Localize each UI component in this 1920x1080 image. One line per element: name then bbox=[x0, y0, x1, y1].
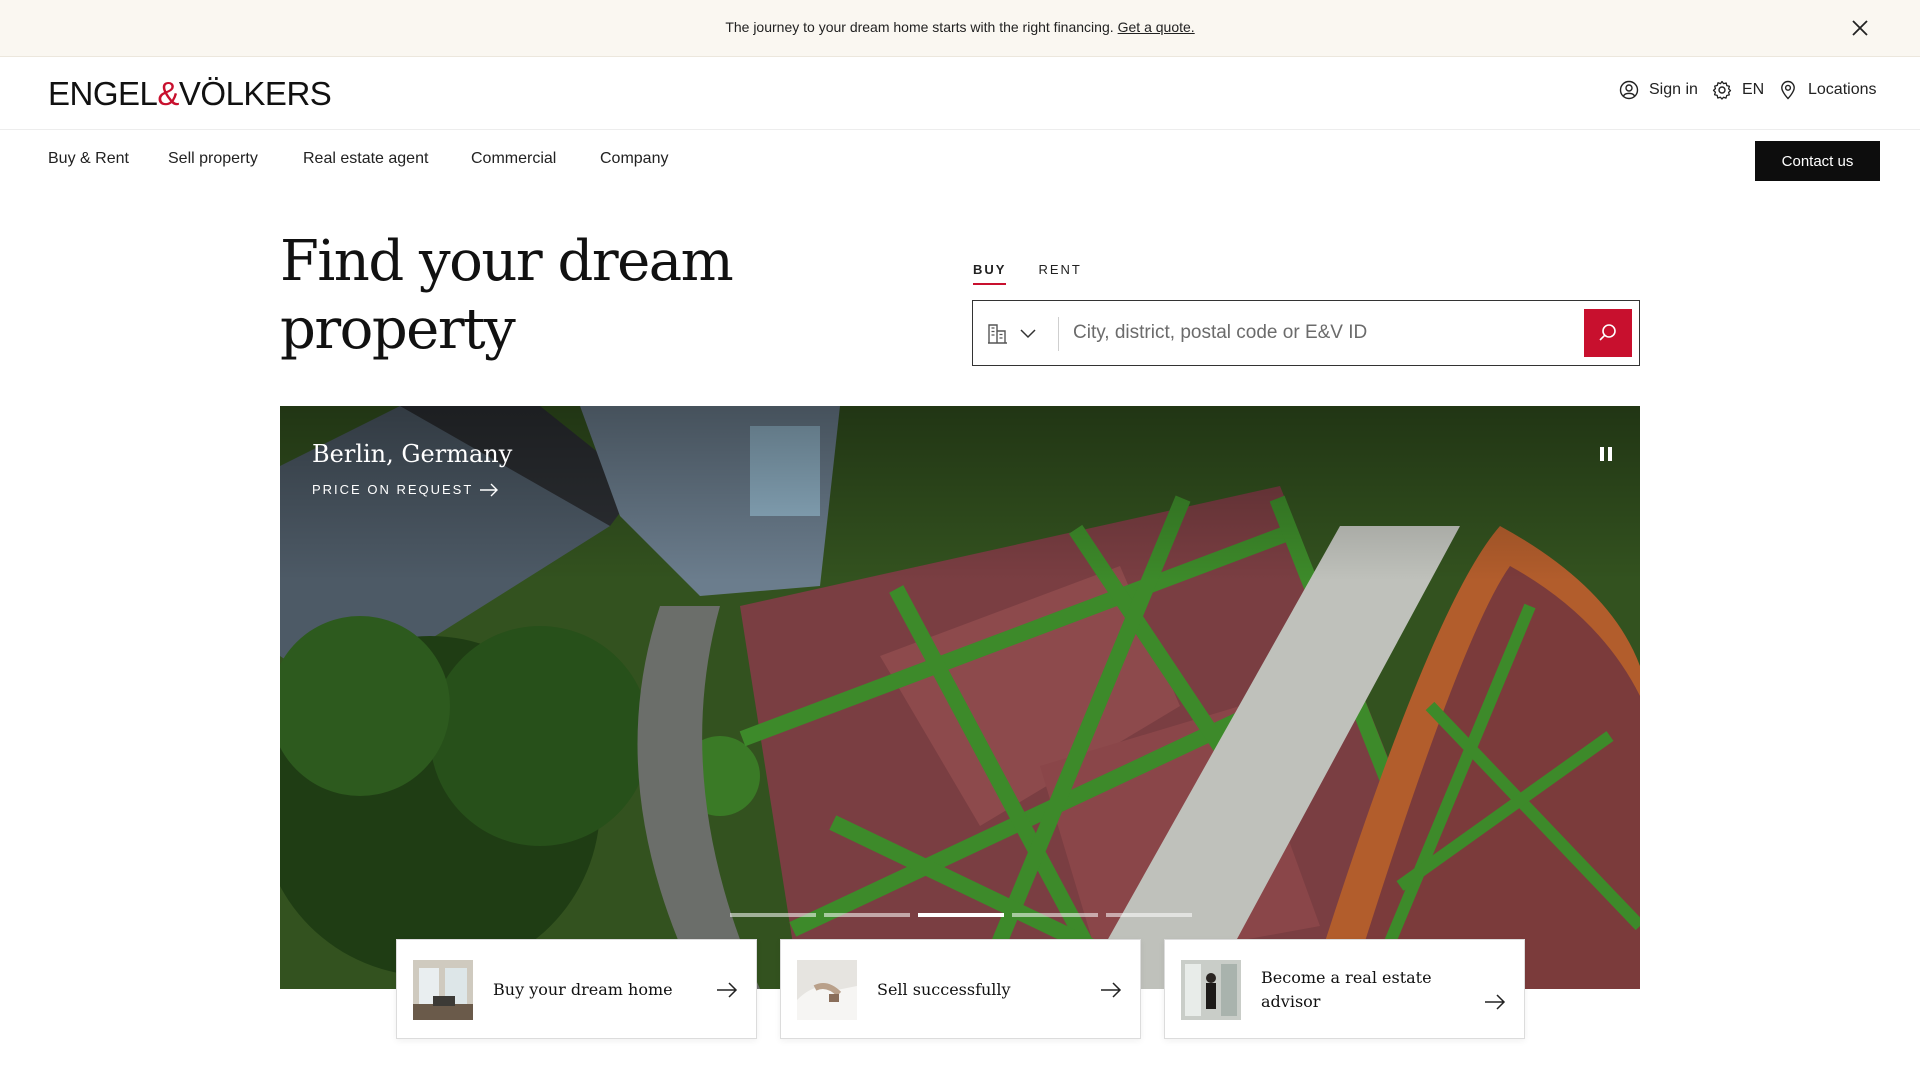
sign-in-button[interactable]: Sign in bbox=[1619, 80, 1698, 100]
card-label: Buy your dream home bbox=[493, 980, 673, 999]
search-button[interactable] bbox=[1584, 309, 1632, 357]
main-nav: Buy & Rent Sell property Real estate age… bbox=[0, 130, 1920, 190]
logo-text-left: ENGEL bbox=[48, 75, 158, 112]
carousel-dot[interactable] bbox=[730, 913, 816, 917]
site-header: ENGEL&VÖLKERS Sign in EN Locations bbox=[0, 57, 1920, 130]
locations-button[interactable]: Locations bbox=[1778, 80, 1877, 100]
hero-image: Berlin, Germany PRICE ON REQUEST bbox=[280, 406, 1640, 989]
nav-item-sell-property[interactable]: Sell property bbox=[168, 150, 258, 168]
handshake-thumbnail bbox=[797, 960, 857, 1020]
logo[interactable]: ENGEL&VÖLKERS bbox=[48, 75, 332, 113]
card-label: Sell successfully bbox=[877, 980, 1011, 999]
price-label: PRICE ON REQUEST bbox=[312, 482, 474, 497]
arrow-right-icon bbox=[1485, 994, 1506, 1010]
carousel-dot[interactable] bbox=[1106, 913, 1192, 917]
location-pin-icon bbox=[1781, 80, 1795, 100]
interior-thumbnail bbox=[413, 960, 473, 1020]
sell-successfully-card[interactable]: Sell successfully bbox=[780, 939, 1141, 1039]
sign-in-label: Sign in bbox=[1649, 81, 1698, 98]
search-divider bbox=[1058, 317, 1059, 351]
nav-item-real-estate-agent[interactable]: Real estate agent bbox=[303, 150, 428, 168]
logo-text-right: VÖLKERS bbox=[178, 75, 332, 112]
user-icon bbox=[1619, 80, 1639, 100]
promo-banner: The journey to your dream home starts wi… bbox=[0, 0, 1920, 57]
nav-item-company[interactable]: Company bbox=[600, 150, 668, 168]
language-label: EN bbox=[1742, 81, 1765, 98]
buildings-icon bbox=[988, 324, 1007, 344]
arrow-right-icon bbox=[1101, 982, 1122, 998]
buy-dream-home-card[interactable]: Buy your dream home bbox=[396, 939, 757, 1039]
tab-rent[interactable]: RENT bbox=[1038, 262, 1081, 285]
locations-label: Locations bbox=[1808, 81, 1877, 98]
search-tabs: BUY RENT bbox=[973, 262, 1114, 285]
property-type-dropdown[interactable] bbox=[987, 321, 1047, 345]
contact-us-button[interactable]: Contact us bbox=[1755, 141, 1880, 181]
get-quote-link[interactable]: Get a quote. bbox=[1118, 19, 1195, 35]
pause-icon[interactable] bbox=[1594, 442, 1618, 466]
promo-text: The journey to your dream home starts wi… bbox=[725, 19, 1114, 35]
card-label: Become a real estate advisor bbox=[1261, 968, 1432, 1011]
become-advisor-card[interactable]: Become a real estate advisor bbox=[1164, 939, 1525, 1039]
search-input[interactable] bbox=[1073, 311, 1553, 355]
arrow-right-icon bbox=[480, 483, 499, 496]
carousel-dot[interactable] bbox=[824, 913, 910, 917]
chevron-down-icon bbox=[1020, 329, 1036, 339]
carousel-dot[interactable] bbox=[1012, 913, 1098, 917]
tab-buy[interactable]: BUY bbox=[973, 262, 1007, 285]
close-icon[interactable] bbox=[1848, 16, 1872, 40]
carousel-indicators bbox=[730, 913, 1200, 917]
carousel-dot[interactable] bbox=[918, 913, 1004, 917]
logo-ampersand: & bbox=[157, 75, 179, 112]
gear-icon bbox=[1712, 80, 1732, 100]
language-selector[interactable]: EN bbox=[1712, 80, 1764, 100]
slide-location: Berlin, Germany bbox=[312, 440, 513, 468]
search-bar bbox=[972, 300, 1640, 366]
price-on-request-link[interactable]: PRICE ON REQUEST bbox=[312, 482, 499, 497]
page-title: Find your dream property bbox=[280, 229, 734, 362]
search-icon bbox=[1599, 324, 1616, 341]
arrow-right-icon bbox=[717, 982, 738, 998]
advisor-thumbnail bbox=[1181, 960, 1241, 1020]
promo-text-wrap: The journey to your dream home starts wi… bbox=[0, 19, 1920, 35]
nav-item-commercial[interactable]: Commercial bbox=[471, 150, 556, 168]
nav-item-buy-rent[interactable]: Buy & Rent bbox=[48, 150, 129, 168]
